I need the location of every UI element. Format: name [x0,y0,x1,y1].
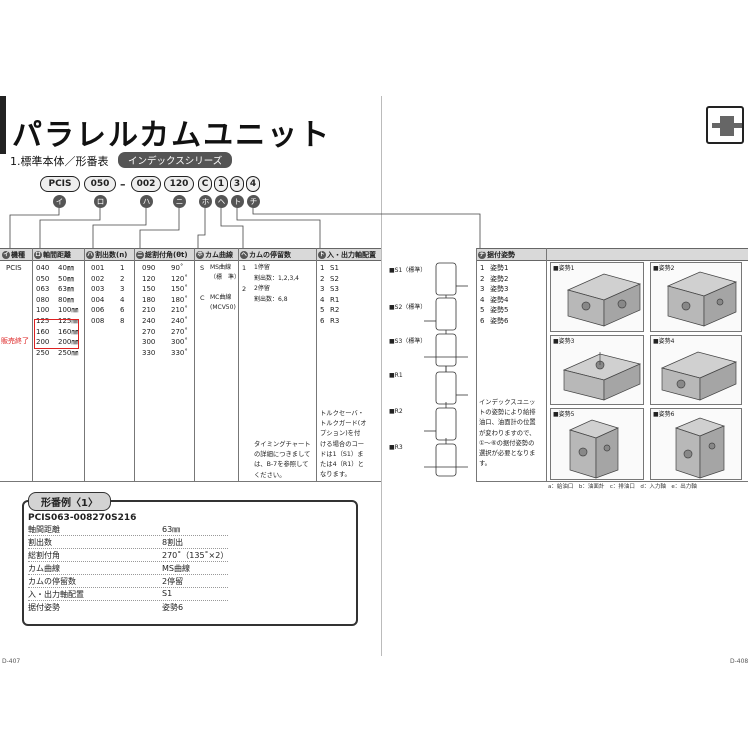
posture-illustrations [562,271,738,479]
example-tab: 形番例〈1〉 [28,492,111,511]
example-value: S1 [162,589,173,598]
example-value: 8割出 [162,538,184,547]
example-rule [28,587,228,588]
catalog-spread: パラレルカムユニット 1.標準本体／形番表 インデックスシリーズ PCIS 05… [0,0,750,750]
example-rule [28,548,228,549]
example-value: 63㎜ [162,525,181,534]
example-label: カム曲線 [28,564,60,573]
example-rule [28,600,228,601]
example-rule [28,574,228,575]
example-code: PCIS063-008270S216 [28,513,137,523]
example-label: 軸間距離 [28,525,60,534]
posture-legend: a：給油口 b：油面計 c：排油口 d：入力軸 e：出力軸 [548,484,697,490]
example-value: MS曲線 [162,564,190,573]
page-number-left: D-407 [2,658,21,665]
example-label: 入・出力軸配置 [28,590,84,599]
example-value: 2停留 [162,577,184,586]
example-label: 割出数 [28,538,52,547]
example-label: 据付姿勢 [28,603,60,612]
example-rule [28,561,228,562]
example-value: 姿勢6 [162,603,184,612]
example-label: カムの停留数 [28,577,76,586]
example-rule [28,535,228,536]
example-value: 270˚（135˚×2） [162,551,229,560]
page-number-right: D-408 [730,658,749,665]
